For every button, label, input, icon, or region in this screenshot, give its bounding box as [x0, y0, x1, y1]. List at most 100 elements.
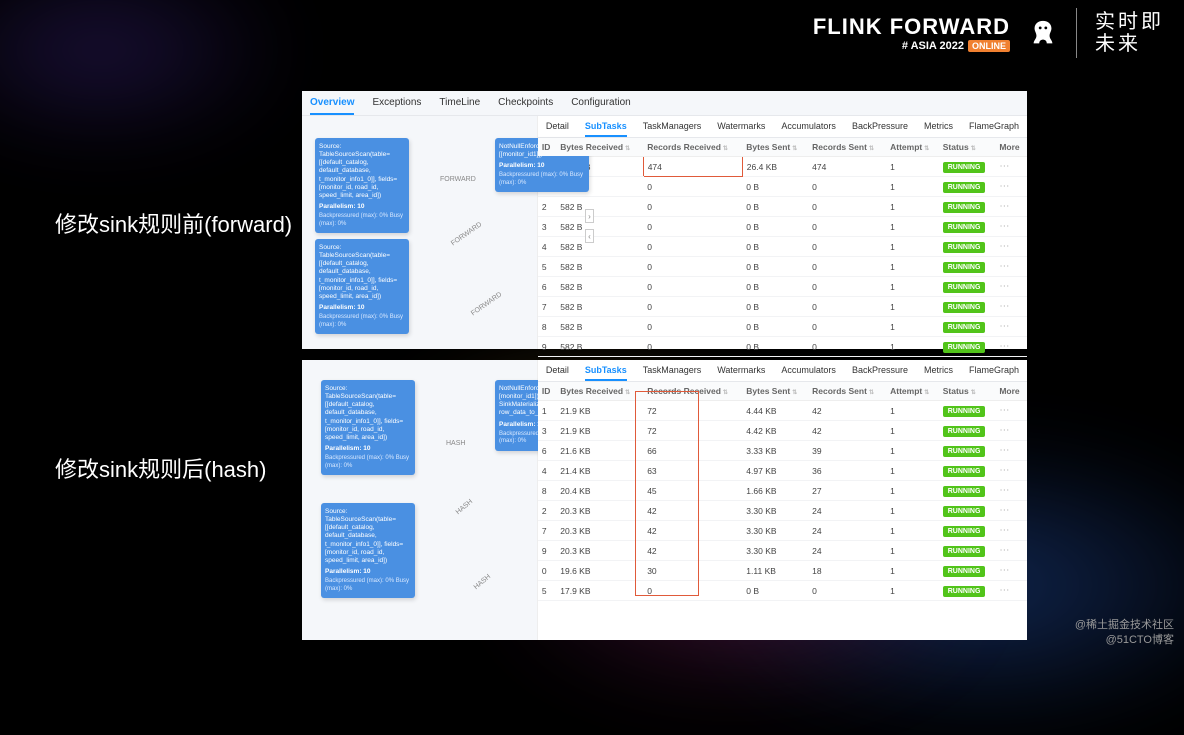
online-badge: ONLINE [968, 40, 1010, 52]
col-id[interactable]: ID [538, 138, 556, 157]
col-bytes-received[interactable]: Bytes Received⇅ [556, 138, 643, 157]
cell-records-received: 0 [643, 317, 742, 337]
dag-source-node-1[interactable]: Source: TableSourceScan(table=[[default_… [315, 138, 409, 233]
cell-records-received: 42 [643, 501, 742, 521]
cell-more[interactable]: ⋯ [995, 561, 1027, 581]
tab-timeline[interactable]: TimeLine [439, 97, 480, 115]
more-icon: ⋯ [999, 301, 1008, 312]
cell-records-sent: 0 [808, 297, 886, 317]
tab-accumulators[interactable]: Accumulators [781, 365, 836, 381]
tab-configuration[interactable]: Configuration [571, 97, 630, 115]
tab-detail[interactable]: Detail [546, 365, 569, 381]
tab-subtasks[interactable]: SubTasks [585, 365, 627, 381]
tab-watermarks[interactable]: Watermarks [717, 365, 765, 381]
subtasks-table: ID Bytes Received⇅ Records Received⇅ Byt… [538, 382, 1027, 601]
cell-more[interactable]: ⋯ [995, 401, 1027, 421]
tab-subtasks[interactable]: SubTasks [585, 121, 627, 137]
cell-bytes-received: 582 B [556, 277, 643, 297]
cell-more[interactable]: ⋯ [995, 257, 1027, 277]
tab-detail[interactable]: Detail [546, 121, 569, 137]
status-badge: RUNNING [943, 446, 986, 457]
cell-bytes-received: 582 B [556, 217, 643, 237]
cell-attempt: 1 [886, 157, 939, 177]
tab-flamegraph[interactable]: FlameGraph [969, 121, 1019, 137]
watermark: @稀土掘金技术社区 @51CTO博客 [1075, 618, 1174, 647]
cell-more[interactable]: ⋯ [995, 461, 1027, 481]
cell-more[interactable]: ⋯ [995, 197, 1027, 217]
cell-more[interactable]: ⋯ [995, 277, 1027, 297]
header-divider [1076, 8, 1077, 58]
col-bytes-sent[interactable]: Bytes Sent⇅ [742, 382, 808, 401]
cell-more[interactable]: ⋯ [995, 581, 1027, 601]
cell-id: 9 [538, 337, 556, 357]
dag-graph-area[interactable]: Source: TableSourceScan(table=[[default_… [302, 116, 538, 349]
dag-source-node-1[interactable]: Source: TableSourceScan(table=[[default_… [321, 380, 415, 475]
cell-more[interactable]: ⋯ [995, 237, 1027, 257]
col-status[interactable]: Status⇅ [939, 138, 996, 157]
cell-more[interactable]: ⋯ [995, 541, 1027, 561]
cell-id: 6 [538, 277, 556, 297]
col-records-sent[interactable]: Records Sent⇅ [808, 138, 886, 157]
cell-more[interactable]: ⋯ [995, 157, 1027, 177]
cell-records-sent: 36 [808, 461, 886, 481]
col-records-received[interactable]: Records Received⇅ [643, 382, 742, 401]
tab-backpressure[interactable]: BackPressure [852, 121, 908, 137]
logo-subtitle: # ASIA 2022 [902, 40, 964, 52]
cell-more[interactable]: ⋯ [995, 317, 1027, 337]
cell-more[interactable]: ⋯ [995, 337, 1027, 357]
dag-source-node-2[interactable]: Source: TableSourceScan(table=[[default_… [315, 239, 409, 334]
cell-more[interactable]: ⋯ [995, 297, 1027, 317]
dag-graph-area[interactable]: Source: TableSourceScan(table=[[default_… [302, 360, 538, 640]
tab-overview[interactable]: Overview [310, 97, 354, 115]
status-badge: RUNNING [943, 406, 986, 417]
tab-backpressure[interactable]: BackPressure [852, 365, 908, 381]
cell-bytes-sent: 0 B [742, 217, 808, 237]
cell-more[interactable]: ⋯ [995, 421, 1027, 441]
tab-watermarks[interactable]: Watermarks [717, 121, 765, 137]
cell-more[interactable]: ⋯ [995, 441, 1027, 461]
cell-bytes-sent: 0 B [742, 237, 808, 257]
cell-records-received: 0 [643, 277, 742, 297]
tab-metrics[interactable]: Metrics [924, 365, 953, 381]
more-icon: ⋯ [999, 525, 1008, 536]
col-id[interactable]: ID [538, 382, 556, 401]
col-bytes-sent[interactable]: Bytes Sent⇅ [742, 138, 808, 157]
status-badge: RUNNING [943, 322, 986, 333]
cell-more[interactable]: ⋯ [995, 501, 1027, 521]
cell-more[interactable]: ⋯ [995, 217, 1027, 237]
tab-metrics[interactable]: Metrics [924, 121, 953, 137]
tab-flamegraph[interactable]: FlameGraph [969, 365, 1019, 381]
subtasks-table-area: Detail SubTasks TaskManagers Watermarks … [538, 116, 1027, 349]
cell-more[interactable]: ⋯ [995, 481, 1027, 501]
cell-more[interactable]: ⋯ [995, 521, 1027, 541]
table-row: 920.3 KB423.30 KB241RUNNING⋯ [538, 541, 1027, 561]
table-row: 9582 B00 B01RUNNING⋯ [538, 337, 1027, 357]
col-records-sent[interactable]: Records Sent⇅ [808, 382, 886, 401]
tab-checkpoints[interactable]: Checkpoints [498, 97, 553, 115]
detail-tabs: Detail SubTasks TaskManagers Watermarks … [538, 360, 1027, 382]
cell-records-received: 0 [643, 581, 742, 601]
cell-id: 2 [538, 501, 556, 521]
cell-bytes-received: 20.3 KB [556, 501, 643, 521]
tab-taskmanagers[interactable]: TaskManagers [643, 121, 702, 137]
col-records-received[interactable]: Records Received⇅ [643, 138, 742, 157]
col-attempt[interactable]: Attempt⇅ [886, 382, 939, 401]
table-row: 220.3 KB423.30 KB241RUNNING⋯ [538, 501, 1027, 521]
status-badge: RUNNING [943, 466, 986, 477]
cell-attempt: 1 [886, 277, 939, 297]
col-attempt[interactable]: Attempt⇅ [886, 138, 939, 157]
tab-accumulators[interactable]: Accumulators [781, 121, 836, 137]
tab-exceptions[interactable]: Exceptions [372, 97, 421, 115]
more-icon: ⋯ [999, 545, 1008, 556]
collapse-left-icon[interactable]: ‹ [585, 229, 594, 243]
col-bytes-received[interactable]: Bytes Received⇅ [556, 382, 643, 401]
expand-right-icon[interactable]: › [585, 209, 594, 223]
tab-taskmanagers[interactable]: TaskManagers [643, 365, 702, 381]
cell-status: RUNNING [939, 157, 996, 177]
cell-more[interactable]: ⋯ [995, 177, 1027, 197]
edge-label-hash: HASH [473, 573, 492, 591]
dag-source-node-2[interactable]: Source: TableSourceScan(table=[[default_… [321, 503, 415, 598]
cell-attempt: 1 [886, 297, 939, 317]
col-status[interactable]: Status⇅ [939, 382, 996, 401]
cell-status: RUNNING [939, 541, 996, 561]
